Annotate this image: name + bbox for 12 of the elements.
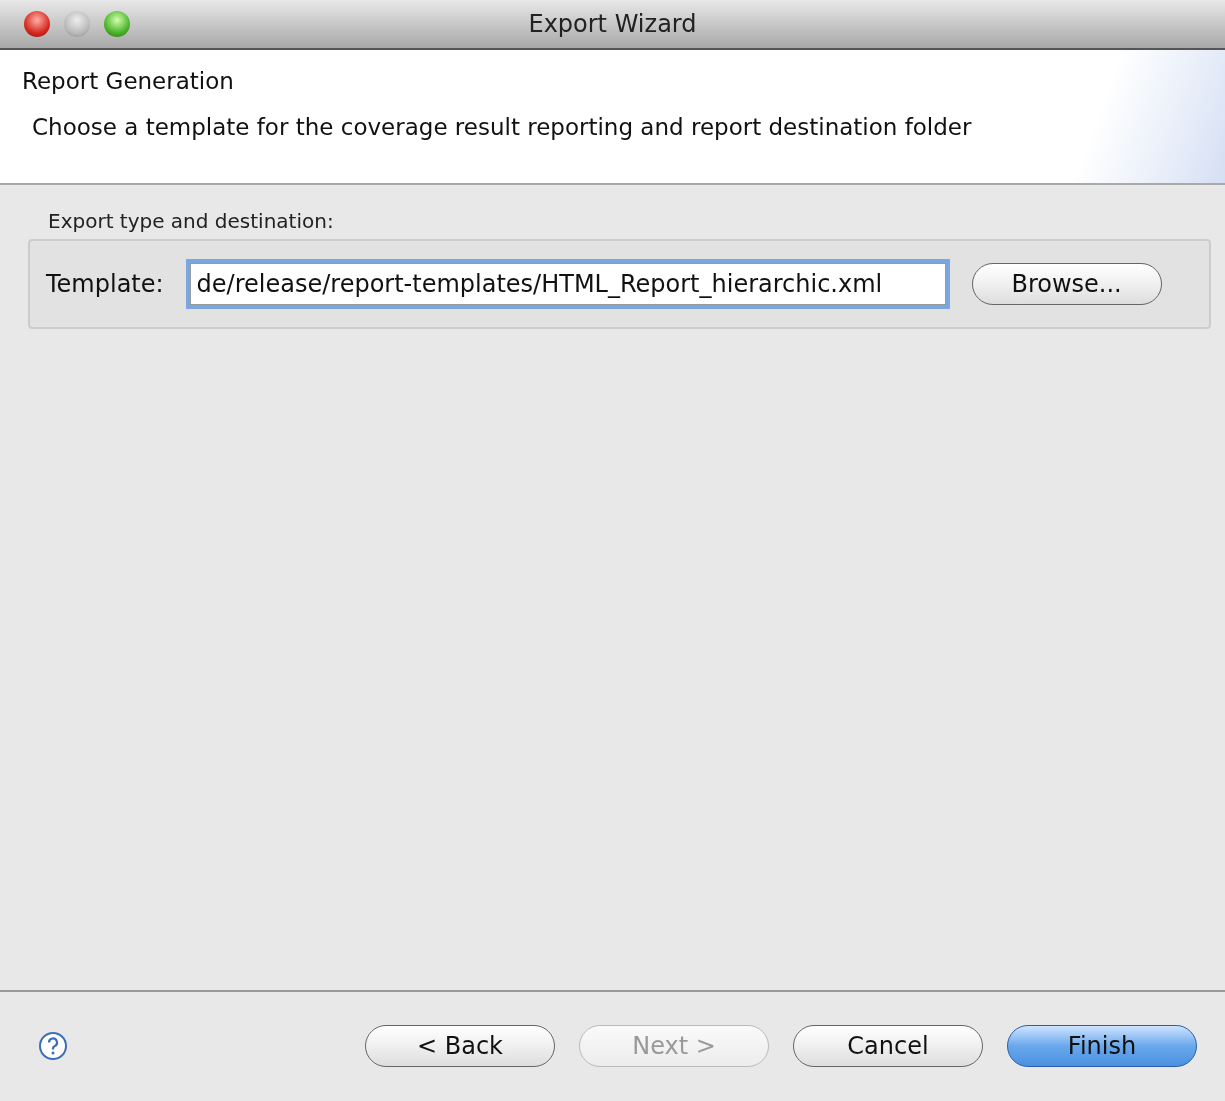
window-title: Export Wizard: [528, 10, 697, 38]
wizard-button[interactable]: Finish: [1007, 1025, 1197, 1067]
group-label: Export type and destination:: [48, 209, 334, 233]
field-label: Template:: [46, 270, 164, 298]
wizard-button[interactable]: < Back: [365, 1025, 555, 1067]
help-icon[interactable]: [38, 1031, 68, 1061]
close-icon[interactable]: [24, 11, 50, 37]
browse-button[interactable]: Browse...: [971, 263, 1162, 305]
zoom-icon[interactable]: [104, 11, 130, 37]
page-description: Choose a template for the coverage result reporting and report destination folder: [32, 114, 972, 140]
wizard-button[interactable]: Cancel: [793, 1025, 983, 1067]
page-title: Report Generation: [22, 68, 234, 94]
